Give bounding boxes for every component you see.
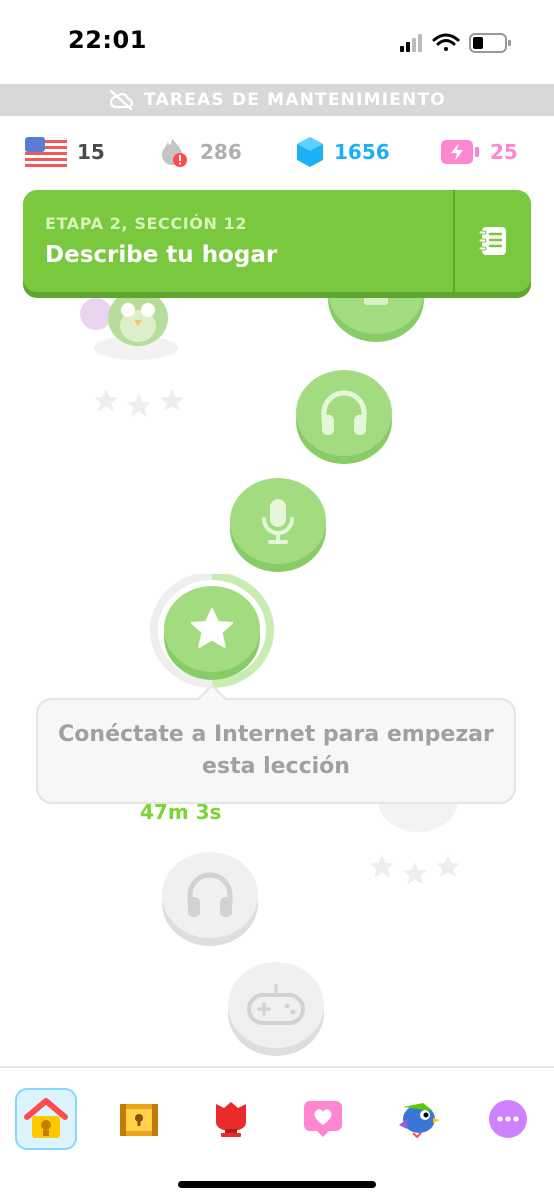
star-icon (191, 608, 233, 648)
guidebook-button[interactable] (455, 190, 531, 292)
nav-leagues[interactable] (200, 1088, 262, 1150)
microphone-icon (262, 499, 294, 544)
nav-home[interactable] (15, 1088, 77, 1150)
headphones-icon (321, 390, 367, 435)
lesson-node-locked-listening[interactable] (162, 852, 258, 948)
gems-stat[interactable]: 1656 (296, 136, 390, 168)
cloud-off-icon (109, 89, 134, 111)
wifi-icon (432, 33, 460, 51)
language-count: 15 (77, 140, 105, 164)
language-stat[interactable]: 15 (25, 136, 105, 168)
gems-count: 1656 (334, 140, 390, 164)
heart-icon (304, 1101, 342, 1137)
home-icon (24, 1098, 68, 1138)
shield-icon (216, 1102, 246, 1137)
headphones-icon (187, 872, 233, 917)
lesson-node-locked-game[interactable] (228, 962, 324, 1058)
battery-icon (469, 33, 511, 53)
nav-hearts[interactable] (292, 1088, 354, 1150)
status-time: 22:01 (68, 26, 147, 54)
unit-title: Describe tu hogar (45, 242, 278, 268)
energy-count: 25 (490, 140, 518, 164)
lesson-node-current-star[interactable] (164, 586, 260, 682)
unit-header[interactable]: ETAPA 2, SECCIÓN 12 Describe tu hogar (23, 190, 531, 292)
owl-stars (92, 386, 186, 418)
nav-more[interactable] (477, 1088, 539, 1150)
nav-chest[interactable] (108, 1088, 170, 1150)
gamepad-icon (247, 983, 305, 1025)
nav-characters[interactable] (386, 1088, 448, 1150)
more-icon (489, 1100, 527, 1138)
status-icons (400, 33, 511, 53)
home-indicator (178, 1181, 376, 1188)
us-flag-icon (25, 137, 67, 167)
battery-energy-icon (441, 140, 479, 164)
tooltip-text: Conéctate a Internet para empezar esta l… (58, 722, 494, 779)
maintenance-banner: TAREAS DE MANTENIMIENTO (0, 84, 554, 116)
offline-tooltip: Conéctate a Internet para empezar esta l… (36, 698, 516, 804)
energy-stat[interactable]: 25 (440, 136, 518, 168)
signal-icon (400, 34, 422, 52)
notebook-icon (478, 227, 506, 255)
treasure-chest-icon (120, 1104, 158, 1136)
streak-stat[interactable]: 286 (158, 136, 242, 168)
lesson-node-speaking[interactable] (230, 478, 326, 574)
maintenance-text: TAREAS DE MANTENIMIENTO (144, 90, 446, 110)
fire-icon (162, 138, 187, 167)
unit-stage: ETAPA 2, SECCIÓN 12 (45, 214, 248, 233)
lesson-node-listening[interactable] (296, 370, 392, 466)
bird-icon (399, 1103, 440, 1139)
gem-icon (297, 137, 323, 167)
chest-stars (368, 852, 462, 888)
streak-count: 286 (200, 140, 242, 164)
